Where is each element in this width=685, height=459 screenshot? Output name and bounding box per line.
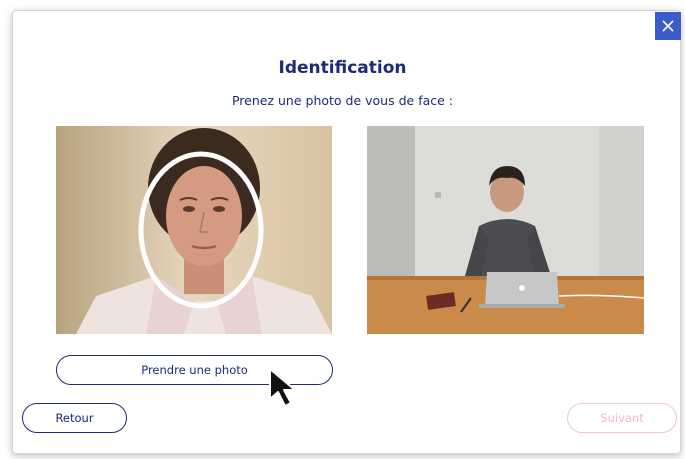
webcam-preview <box>56 126 332 334</box>
example-photo <box>367 126 644 334</box>
back-button[interactable]: Retour <box>22 403 127 433</box>
dialog-title: Identification <box>278 58 407 78</box>
mouse-pointer-icon <box>269 368 296 407</box>
close-icon <box>662 20 674 32</box>
dialog-subtitle: Prenez une photo de vous de face : <box>231 93 453 108</box>
close-button[interactable] <box>655 12 681 40</box>
next-button[interactable]: Suivant <box>567 403 677 433</box>
screen: Identification Prenez une photo de vous … <box>0 0 685 459</box>
